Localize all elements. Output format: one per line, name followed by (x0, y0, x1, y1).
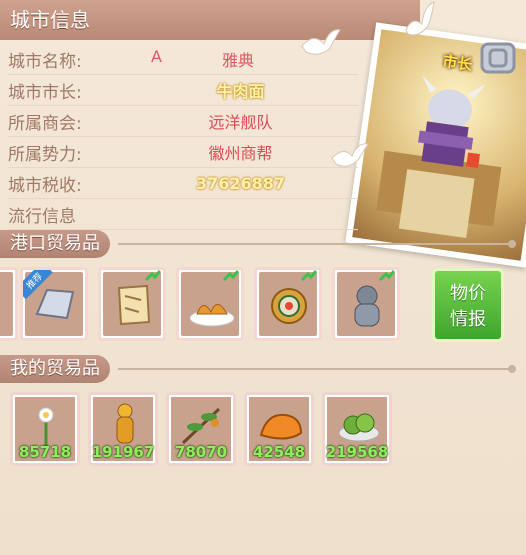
herb-branch-icon (181, 407, 221, 445)
price-button-line1: 物价 (450, 283, 486, 304)
my-goods-list: 85718 191967 78070 42548 219568 (10, 392, 430, 468)
city-name-value: 雅典 (221, 51, 254, 70)
tax-value: 37626887 (195, 173, 286, 193)
port-goods-list: 推荐 (0, 263, 420, 345)
up-arrow-icon (301, 270, 317, 282)
my-good-count: 42548 (252, 443, 306, 461)
divider-dot (508, 365, 516, 373)
up-arrow-icon (145, 270, 161, 282)
dumpling-plate-icon (189, 304, 235, 327)
city-name-label: 城市名称: (8, 51, 82, 72)
up-arrow-icon (223, 270, 239, 282)
port-good-stone-idol[interactable] (332, 267, 400, 341)
dove-icon (405, 1, 435, 36)
white-flower-icon (38, 407, 54, 447)
divider-dot (508, 240, 516, 248)
divider (118, 243, 512, 245)
my-goods-title: 我的贸易品 (0, 355, 110, 383)
city-name-values: A 雅典 (123, 47, 358, 71)
my-good-count: 219568 (325, 443, 389, 461)
my-good-count: 191967 (91, 443, 155, 461)
green-vegetable-icon (338, 413, 380, 442)
port-goods-title: 港口贸易品 (0, 230, 110, 258)
mayor-label: 城市市长: (8, 82, 82, 103)
price-intel-button[interactable]: 物价 情报 (432, 268, 504, 342)
my-good-cloth[interactable]: 42548 (244, 392, 314, 466)
orange-cloth-icon (259, 413, 303, 440)
port-good-partial[interactable] (0, 267, 18, 341)
city-info-list: 城市名称: A 雅典 城市市长: 牛肉面 所属商会: 远洋舰队 所属势力: 徽州… (8, 44, 358, 230)
stone-idol-icon (354, 285, 380, 327)
silver-ingot-icon (35, 288, 75, 320)
port-good-dumpling[interactable] (176, 267, 244, 341)
mayor-name[interactable]: 牛肉面 (123, 78, 358, 102)
city-code: A (151, 47, 162, 66)
shield-chain-icon (480, 42, 516, 74)
row-popular[interactable]: 流行信息 (8, 199, 358, 230)
popular-info-label: 流行信息 (8, 206, 76, 227)
row-guild: 所属商会: 远洋舰队 (8, 106, 358, 137)
my-good-herb[interactable]: 78070 (166, 392, 236, 466)
row-city-name: 城市名称: A 雅典 (8, 44, 358, 75)
tax-label: 城市税收: (8, 175, 82, 196)
mayor-title-label: 市长 (441, 52, 474, 75)
guild-label: 所属商会: (8, 113, 82, 134)
row-power: 所属势力: 徽州商帮 (8, 137, 358, 168)
city-info-panel: 城市信息 市长 城市名称: A 雅典 城市市长: 牛肉面 所属商会: 远洋舰队 … (0, 0, 526, 555)
ornate-mirror-icon (271, 288, 307, 324)
price-button-line2: 情报 (450, 309, 486, 330)
panel-title: 城市信息 (0, 0, 420, 40)
power-label: 所属势力: (8, 144, 82, 165)
row-tax: 城市税收: 37626887 (8, 168, 358, 199)
guild-name[interactable]: 远洋舰队 (123, 109, 358, 133)
port-good-mirror[interactable] (254, 267, 322, 341)
parchment-map-icon (117, 284, 151, 326)
divider (118, 368, 512, 370)
my-good-count: 85718 (18, 443, 72, 461)
power-name[interactable]: 徽州商帮 (123, 140, 358, 164)
my-good-figurine[interactable]: 191967 (88, 392, 158, 466)
my-goods-header: 我的贸易品 (0, 355, 526, 385)
golden-figurine-icon (116, 403, 134, 444)
row-mayor: 城市市长: 牛肉面 (8, 75, 358, 106)
up-arrow-icon (379, 270, 395, 282)
my-good-flower[interactable]: 85718 (10, 392, 80, 466)
port-good-silver[interactable]: 推荐 (20, 267, 88, 341)
my-good-vegetable[interactable]: 219568 (322, 392, 392, 466)
port-good-map[interactable] (98, 267, 166, 341)
port-goods-header: 港口贸易品 (0, 230, 526, 260)
my-good-count: 78070 (174, 443, 228, 461)
